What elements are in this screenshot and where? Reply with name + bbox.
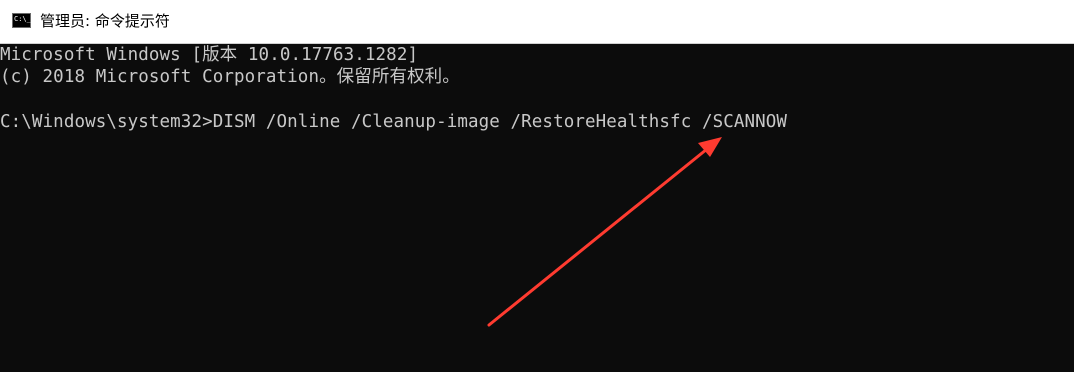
command-prompt-window: C:\_ 管理员: 命令提示符 Microsoft Windows [版本 10… [0,0,1074,372]
window-title: 管理员: 命令提示符 [40,12,170,30]
title-bar[interactable]: C:\_ 管理员: 命令提示符 [0,0,1074,44]
cmd-icon-glyph: C:\_ [14,15,31,23]
console-line-command: C:\Windows\system32>DISM /Online /Cleanu… [0,112,788,132]
cmd-icon[interactable]: C:\_ [12,13,31,28]
console-line-version: Microsoft Windows [版本 10.0.17763.1282] [0,45,419,65]
console-line-copyright: (c) 2018 Microsoft Corporation。保留所有权利。 [0,67,460,87]
console-output[interactable]: Microsoft Windows [版本 10.0.17763.1282] (… [0,44,1074,372]
